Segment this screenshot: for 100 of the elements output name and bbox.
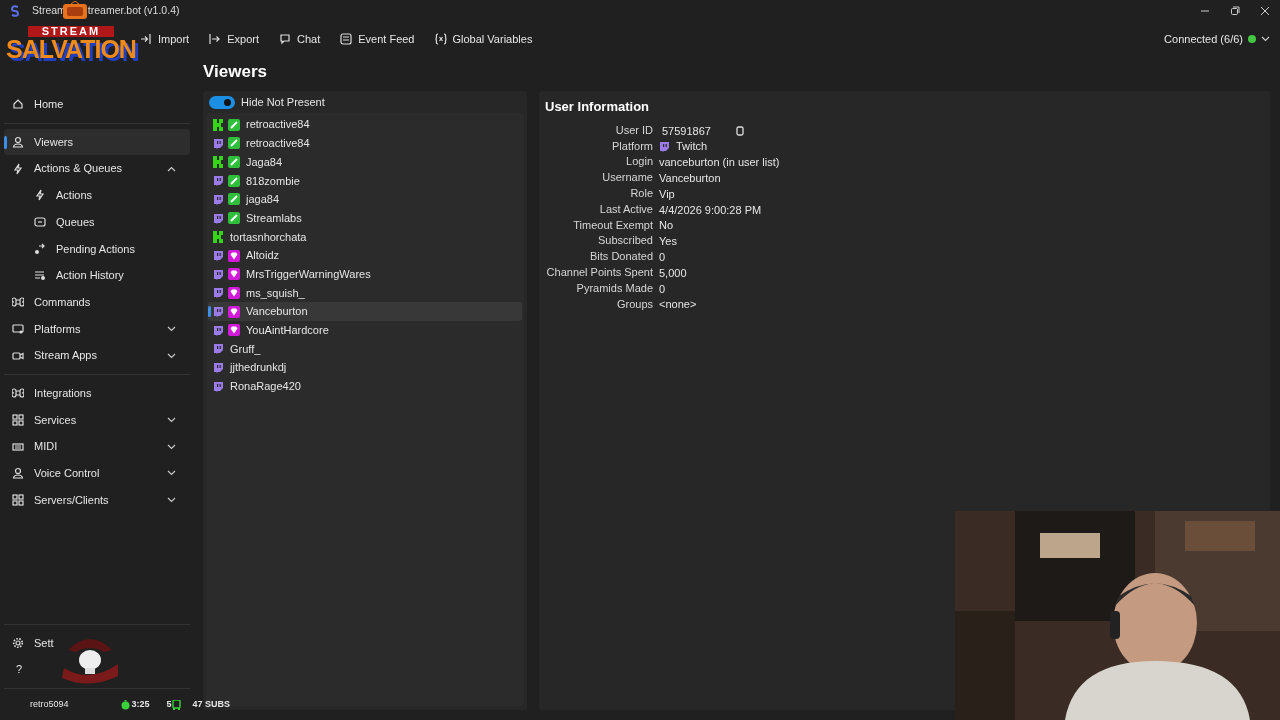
viewer-row[interactable]: MrsTriggerWarningWares [208,264,522,284]
k-icon [213,118,224,131]
command-icon [12,387,24,400]
logo-text: SALVATION [6,37,136,62]
toolbar-button[interactable]: Event Feed [340,30,415,48]
feed-icon [340,33,353,45]
viewer-row[interactable]: tortasnhorchata [208,227,522,247]
viewer-row[interactable]: RonaRage420 [208,377,522,396]
nav-item[interactable]: Home [4,91,190,118]
nav-item[interactable]: Servers/Clients [4,486,190,514]
field-value: Twitch [676,139,708,155]
nav-item[interactable]: Services [4,406,190,434]
app-logo-icon [10,5,20,17]
close-icon[interactable] [1259,5,1271,17]
field-label: Groups [615,296,653,312]
toolbar-button[interactable]: Chat [279,30,321,48]
copy-icon[interactable] [734,125,745,136]
chat-bubble-icon [213,212,224,224]
queue-icon [34,216,46,229]
chat-bubble-icon [213,250,224,262]
field-label: Login [625,154,653,170]
viewer-row[interactable]: Vanceburton [208,302,522,321]
home-icon [12,98,24,111]
braces-icon [434,33,447,45]
nav-item[interactable]: Actions & Queues [4,155,190,183]
field-value: 57591867 [661,123,711,139]
nav-item[interactable]: ? [4,656,190,683]
chat-icon [279,33,291,45]
field-label: Pyramids Made [575,280,653,296]
viewer-row[interactable]: Gruff_ [208,339,522,359]
chevron-down-icon[interactable] [1261,36,1270,42]
field-label: Platform [611,138,653,154]
viewer-row[interactable]: Altoidz [208,246,522,265]
nav-item[interactable]: MIDI [4,433,190,460]
field-value: Vip [659,186,675,202]
subs-count: 47 SUBS [192,698,231,711]
nav-item[interactable]: Commands [4,288,190,316]
viewer-row[interactable]: Streamlabs [208,208,522,228]
field-label: Username [601,170,653,186]
chat-bubble-icon [213,287,224,299]
count-text: 5 [166,698,172,711]
nav-item[interactable]: Platforms [4,315,190,343]
k-icon [213,230,224,243]
username-label: retro5094 [30,698,69,711]
nav-item[interactable]: Queues [4,208,190,236]
chat-bubble-icon [213,324,224,336]
viewer-row[interactable]: jjthedrunkdj [208,358,522,377]
nav-item[interactable]: Integrations [4,379,190,407]
export-icon [209,33,222,45]
sword-badge-icon [228,118,240,131]
chat-bubble-icon [213,137,224,149]
window-title: treamer.bot (v1.0.4) [87,3,180,19]
sword-badge-icon [228,212,240,225]
field-value: 4/4/2026 9:00:28 PM [659,202,762,218]
field-label: Role [629,186,653,202]
toggle-switch[interactable] [209,95,235,109]
restore-icon[interactable] [1229,5,1241,17]
field-label: Bits Donated [589,249,653,265]
keyboard-icon [12,440,24,453]
viewer-row[interactable]: retroactive84 [208,115,522,135]
field-value: Yes [659,234,677,250]
connection-status: Connected (6/6) [1164,31,1243,47]
settings-icon [12,636,24,649]
grid-icon [12,413,24,426]
diamond-badge-icon [228,324,240,337]
camera-icon [12,349,24,362]
logo-text: STREAM [27,26,115,37]
nav-item[interactable]: Action History [4,262,190,289]
nav-item[interactable]: Viewers [4,128,190,156]
chat-bubble-icon [213,362,224,374]
user-icon [12,467,24,480]
nav-item[interactable]: Actions [4,182,190,209]
toolbar-button[interactable]: Import [140,30,190,48]
viewer-row[interactable]: YouAintHardcore [208,320,522,340]
tv-icon [62,1,88,21]
viewer-row[interactable]: jaga84 [208,190,522,209]
toolbar-button[interactable]: Export [209,30,259,48]
chat-bubble-icon [213,175,224,187]
section-title: User Information [545,98,650,117]
viewer-row[interactable]: 818zombie [208,171,522,191]
grid-icon [12,493,24,506]
field-label: Timeout Exempt [572,217,653,233]
diamond-badge-icon [228,268,240,281]
field-label: Subscribed [596,233,653,249]
sword-badge-icon [228,193,240,206]
timer-icon [120,699,130,710]
toolbar-button[interactable]: Global Variables [434,30,533,48]
chat-bubble-icon [213,194,224,205]
field-label: Channel Points Spent [545,265,653,281]
viewer-row[interactable]: retroactive84 [208,134,522,153]
viewer-row[interactable]: Jaga84 [208,152,522,172]
nav-item[interactable]: Stream Apps [4,342,190,369]
nav-item[interactable]: Pending Actions [4,235,190,263]
field-value: 0 [659,281,666,297]
nav-item[interactable]: Sett [4,629,190,657]
chat-bubble-icon [213,380,224,392]
nav-item[interactable]: Voice Control [4,459,190,487]
command-icon [12,296,24,309]
viewer-row[interactable]: ms_squish_ [208,283,522,303]
bolt-icon [34,189,46,202]
